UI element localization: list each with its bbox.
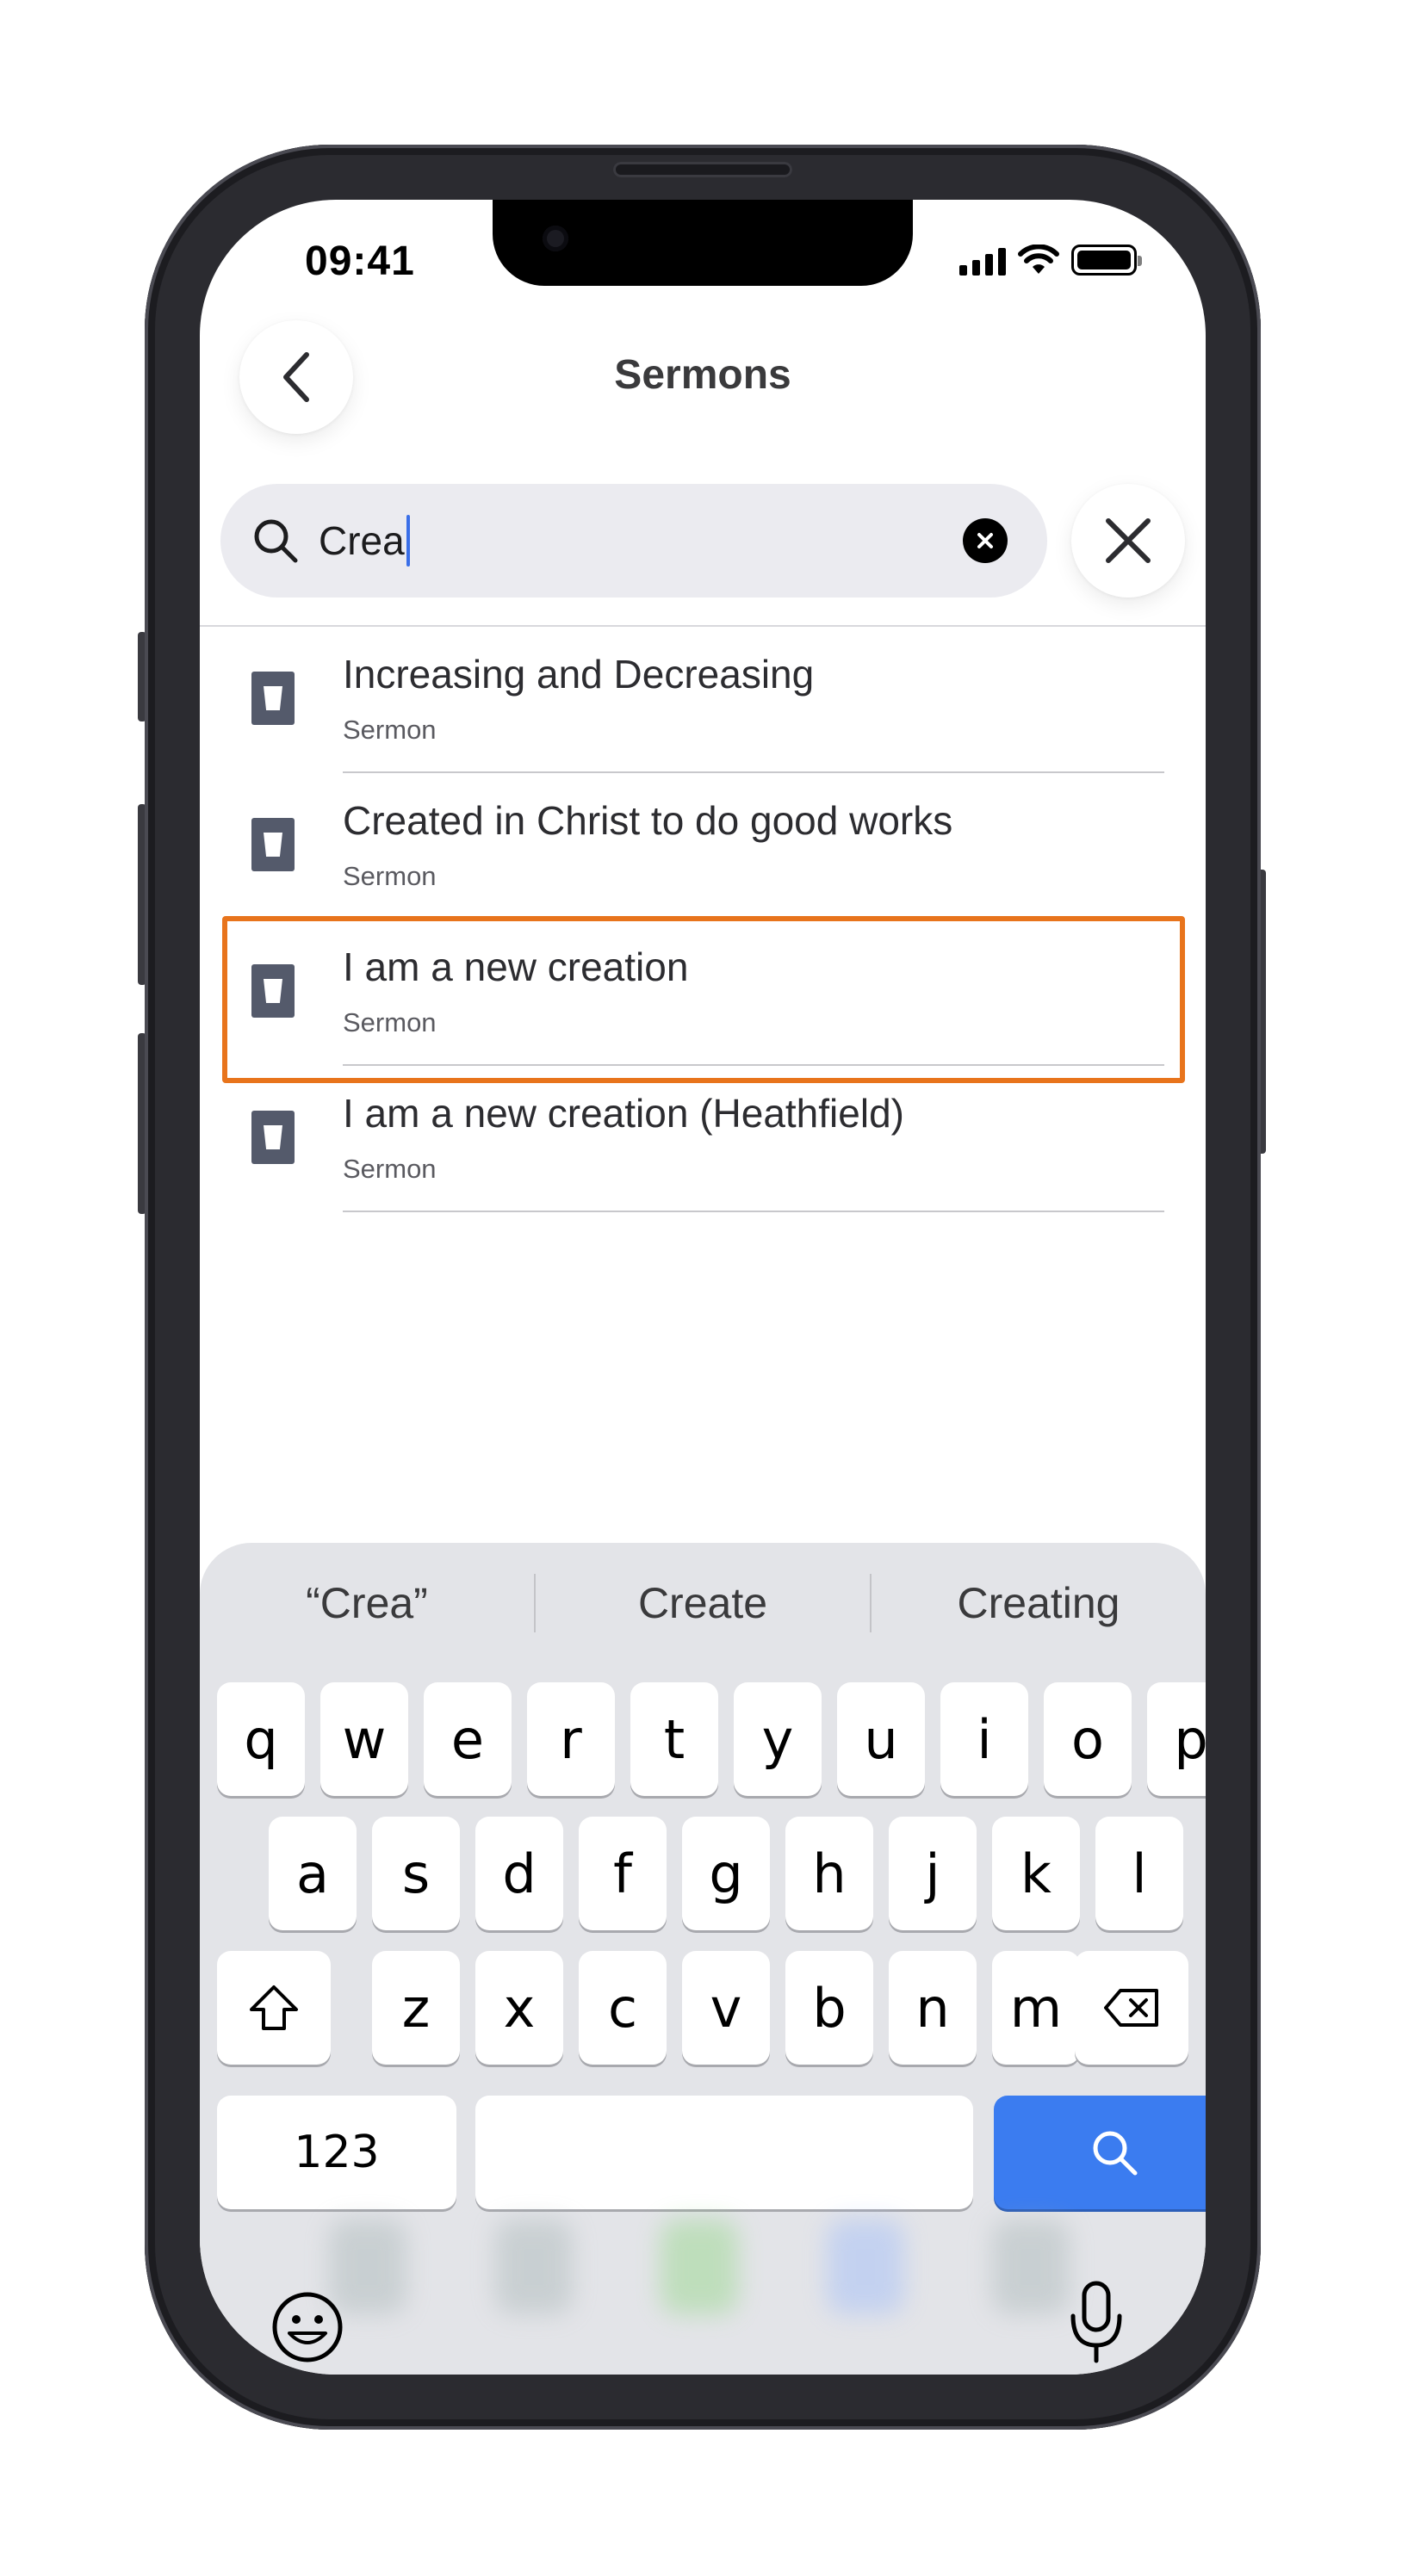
search-results-list: Increasing and Decreasing Sermon Created… <box>200 627 1206 1212</box>
predictive-bar: “Crea” Create Creating <box>200 1543 1206 1663</box>
close-search-button[interactable] <box>1071 484 1185 598</box>
list-item[interactable]: Created in Christ to do good works Sermo… <box>200 773 1206 920</box>
keyboard: “Crea” Create Creating qwertyuiop asdfghj… <box>200 1543 1206 2375</box>
list-item[interactable]: I am a new creation Sermon <box>200 920 1206 1066</box>
key-q[interactable]: q <box>217 1682 305 1796</box>
list-item[interactable]: I am a new creation (Heathfield) Sermon <box>200 1066 1206 1212</box>
search-key[interactable] <box>994 2096 1206 2209</box>
key-c[interactable]: c <box>579 1951 667 2065</box>
row-divider <box>343 1211 1164 1212</box>
result-title: Created in Christ to do good works <box>343 798 953 843</box>
key-g[interactable]: g <box>682 1817 770 1930</box>
status-time: 09:41 <box>305 238 415 284</box>
result-subtitle: Sermon <box>343 1007 437 1037</box>
numbers-key[interactable]: 123 <box>217 2096 456 2209</box>
key-e[interactable]: e <box>424 1682 512 1796</box>
result-subtitle: Sermon <box>343 715 437 745</box>
notch <box>493 200 913 286</box>
key-p[interactable]: p <box>1147 1682 1206 1796</box>
suggestion-creating[interactable]: Creating <box>872 1578 1206 1628</box>
key-v[interactable]: v <box>682 1951 770 2065</box>
cellular-signal-icon <box>959 248 1006 276</box>
earpiece-speaker <box>613 162 792 177</box>
front-camera <box>543 226 568 251</box>
key-i[interactable]: i <box>940 1682 1028 1796</box>
key-z[interactable]: z <box>372 1951 460 2065</box>
search-query-wrap: Crea <box>319 515 410 567</box>
key-s[interactable]: s <box>372 1817 460 1930</box>
list-item[interactable]: Increasing and Decreasing Sermon <box>200 627 1206 773</box>
key-d[interactable]: d <box>475 1817 563 1930</box>
search-input[interactable]: Crea <box>220 484 1047 598</box>
key-f[interactable]: f <box>579 1817 667 1930</box>
key-m[interactable]: m <box>992 1951 1080 2065</box>
key-n[interactable]: n <box>889 1951 977 2065</box>
search-query: Crea <box>319 518 405 563</box>
suggestion-literal[interactable]: “Crea” <box>200 1578 534 1628</box>
shift-key[interactable] <box>217 1951 331 2065</box>
result-title: Increasing and Decreasing <box>343 652 815 697</box>
sermon-cup-icon <box>251 964 295 1018</box>
key-h[interactable]: h <box>785 1817 873 1930</box>
key-k[interactable]: k <box>992 1817 1080 1930</box>
key-a[interactable]: a <box>269 1817 357 1930</box>
text-caret <box>406 515 410 567</box>
key-x[interactable]: x <box>475 1951 563 2065</box>
wifi-icon <box>1018 245 1059 274</box>
key-r[interactable]: r <box>527 1682 615 1796</box>
clear-search-button[interactable] <box>963 518 1008 563</box>
blurred-dock-icons <box>329 2220 1070 2323</box>
delete-key[interactable] <box>1075 1951 1188 2065</box>
search-icon <box>254 519 298 563</box>
screen: 09:41 Sermons Crea Increasing and Decrea… <box>200 200 1206 2375</box>
key-w[interactable]: w <box>320 1682 408 1796</box>
result-subtitle: Sermon <box>343 1154 437 1184</box>
space-key[interactable] <box>475 2096 973 2209</box>
clear-circle-icon <box>977 533 993 548</box>
key-o[interactable]: o <box>1044 1682 1132 1796</box>
result-title: I am a new creation (Heathfield) <box>343 1091 904 1136</box>
key-y[interactable]: y <box>734 1682 822 1796</box>
key-t[interactable]: t <box>630 1682 718 1796</box>
backspace-icon <box>1104 1989 1158 2027</box>
key-j[interactable]: j <box>889 1817 977 1930</box>
sermon-cup-icon <box>251 672 295 725</box>
microphone-icon[interactable] <box>1066 2280 1126 2366</box>
search-icon <box>1093 2131 1138 2176</box>
emoji-icon[interactable] <box>269 2288 346 2366</box>
status-icons <box>959 245 1142 276</box>
battery-icon <box>1071 245 1142 276</box>
key-l[interactable]: l <box>1095 1817 1183 1930</box>
suggestion-create[interactable]: Create <box>536 1578 870 1628</box>
result-subtitle: Sermon <box>343 861 437 891</box>
key-u[interactable]: u <box>837 1682 925 1796</box>
close-x-icon <box>1106 518 1151 563</box>
page-title: Sermons <box>614 352 791 398</box>
shift-icon <box>250 1985 298 2030</box>
key-b[interactable]: b <box>785 1951 873 2065</box>
sermon-cup-icon <box>251 1111 295 1164</box>
result-title: I am a new creation <box>343 944 689 989</box>
sermon-cup-icon <box>251 818 295 871</box>
